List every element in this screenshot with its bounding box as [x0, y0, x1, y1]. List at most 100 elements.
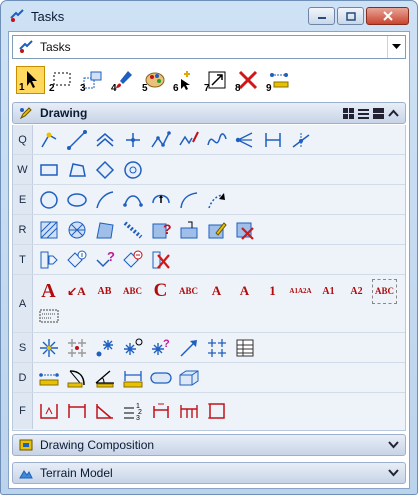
spell-check-tool[interactable]: ABC — [120, 279, 145, 304]
tool-1-select[interactable]: 1 — [16, 66, 45, 94]
dimension-box-tool[interactable] — [176, 365, 201, 390]
modify-arc-icon — [207, 192, 225, 208]
place-line-tool[interactable] — [64, 127, 89, 152]
place-point-icon — [125, 132, 140, 147]
text-replace-tool[interactable]: C — [148, 279, 173, 304]
maximize-button[interactable] — [337, 7, 364, 25]
delete-pattern-tool[interactable] — [232, 217, 257, 242]
dimension-radial-tool[interactable] — [64, 365, 89, 390]
distance-icon — [264, 132, 281, 147]
grid-view-button[interactable] — [342, 107, 354, 119]
arc-end-tool[interactable] — [120, 187, 145, 212]
section-header-drawing-composition[interactable]: Drawing Composition — [12, 434, 406, 456]
star-question-tool[interactable]: ? — [148, 335, 173, 360]
place-smartline-icon — [40, 132, 56, 147]
distance-tool[interactable] — [260, 127, 285, 152]
text-edit-tool[interactable]: A — [204, 279, 229, 304]
text-superscript-tool[interactable]: AB — [92, 279, 117, 304]
half-ellipse-tool[interactable] — [148, 187, 173, 212]
chevron-line-tool[interactable] — [92, 127, 117, 152]
text-leader-tool[interactable]: ↙A — [64, 279, 89, 304]
star-spread-tool[interactable] — [204, 335, 229, 360]
star-circle-tool[interactable] — [120, 335, 145, 360]
table-tool[interactable] — [232, 335, 257, 360]
place-point-tool[interactable] — [120, 127, 145, 152]
orthogonal-shape-tool[interactable] — [92, 157, 117, 182]
quarter-ellipse-tool[interactable] — [176, 187, 201, 212]
frame-square-tool[interactable] — [204, 399, 229, 424]
expand-section-button[interactable] — [387, 439, 399, 451]
linear-pattern-tool[interactable] — [120, 217, 145, 242]
place-polyline-tool[interactable] — [148, 127, 173, 152]
rectangle-tool[interactable] — [36, 157, 61, 182]
delete-cell-tool[interactable] — [148, 247, 173, 272]
pattern-grey-tool[interactable] — [64, 335, 89, 360]
text-increment-tool[interactable]: A1 — [316, 279, 341, 304]
tool-4-brush[interactable]: 4 — [109, 66, 138, 94]
text-align-icon: A1A2A — [289, 287, 312, 295]
tool-8-delete[interactable]: 8 — [233, 66, 262, 94]
star-arrow-tool[interactable] — [176, 335, 201, 360]
dropdown-arrow-button[interactable] — [387, 36, 405, 58]
construct-tangent-tool[interactable] — [232, 127, 257, 152]
snowflake-tool[interactable] — [36, 335, 61, 360]
ellipse-tool[interactable] — [64, 187, 89, 212]
place-text-tool[interactable]: A — [36, 279, 61, 304]
text-note-tool[interactable]: ABC — [372, 278, 397, 304]
tool-9-measure[interactable]: 9 — [264, 66, 293, 94]
identify-cell-tool[interactable]: ? — [92, 247, 117, 272]
hatch-tool[interactable] — [36, 217, 61, 242]
dimension-ordinate-tool[interactable] — [120, 365, 145, 390]
frame-rotate-tool[interactable] — [148, 399, 173, 424]
point-on-line-tool[interactable] — [288, 127, 313, 152]
replace-cell-tool[interactable] — [120, 247, 145, 272]
text-decrement-tool[interactable]: A2 — [344, 279, 369, 304]
frame-width-tool[interactable] — [64, 399, 89, 424]
close-button[interactable] — [366, 7, 409, 25]
pattern-area-tool[interactable] — [92, 217, 117, 242]
arc-tool[interactable] — [92, 187, 117, 212]
show-pattern-tool[interactable]: ? — [148, 217, 173, 242]
frame-numbers-tool[interactable]: 123 — [120, 399, 145, 424]
title-bar[interactable]: Tasks — [1, 1, 417, 31]
task-selector-dropdown[interactable]: Tasks — [12, 35, 406, 59]
text-move-tool[interactable]: A — [232, 279, 257, 304]
crosshatch-icon — [68, 221, 85, 238]
tool-3-fence[interactable]: 3 — [78, 66, 107, 94]
minimize-button[interactable] — [308, 7, 335, 25]
text-number-tool[interactable]: 1 — [260, 279, 285, 304]
text-fill-tool[interactable] — [36, 304, 61, 329]
chevron-down-icon — [392, 44, 401, 49]
section-header-drawing[interactable]: Drawing — [12, 102, 406, 124]
shape-tool[interactable] — [64, 157, 89, 182]
frame-symbol-tool[interactable] — [36, 399, 61, 424]
place-smartline-tool[interactable] — [36, 127, 61, 152]
dimension-pill-tool[interactable] — [148, 365, 173, 390]
tool-6-smart-select[interactable]: 6 — [171, 66, 200, 94]
star-node-tool[interactable] — [92, 335, 117, 360]
text-align-tool[interactable]: A1A2A — [288, 279, 313, 304]
text-match-tool[interactable]: ABC — [176, 279, 201, 304]
insert-cell-tool[interactable] — [36, 247, 61, 272]
section-header-terrain-model[interactable]: Terrain Model — [12, 462, 406, 484]
cell-library-tool[interactable] — [64, 247, 89, 272]
stream-curve-tool[interactable] — [176, 127, 201, 152]
frame-diagonal-tool[interactable] — [92, 399, 117, 424]
dimension-angle-tool[interactable] — [92, 365, 117, 390]
dimension-linear-tool[interactable] — [36, 365, 61, 390]
detail-view-button[interactable] — [372, 107, 384, 119]
edit-pattern-tool[interactable] — [204, 217, 229, 242]
tool-2-dashed-select[interactable]: 2 — [47, 66, 76, 94]
circle-center-tool[interactable] — [120, 157, 145, 182]
tool-7-scale[interactable]: 7 — [202, 66, 231, 94]
match-pattern-tool[interactable] — [176, 217, 201, 242]
freeform-curve-tool[interactable] — [204, 127, 229, 152]
collapse-section-button[interactable] — [387, 107, 399, 119]
modify-arc-tool[interactable] — [204, 187, 229, 212]
circle-tool[interactable] — [36, 187, 61, 212]
expand-section-button[interactable] — [387, 467, 399, 479]
frame-stretch-tool[interactable] — [176, 399, 201, 424]
tool-5-palette[interactable]: 5 — [140, 66, 169, 94]
crosshatch-tool[interactable] — [64, 217, 89, 242]
list-view-button[interactable] — [357, 107, 369, 119]
